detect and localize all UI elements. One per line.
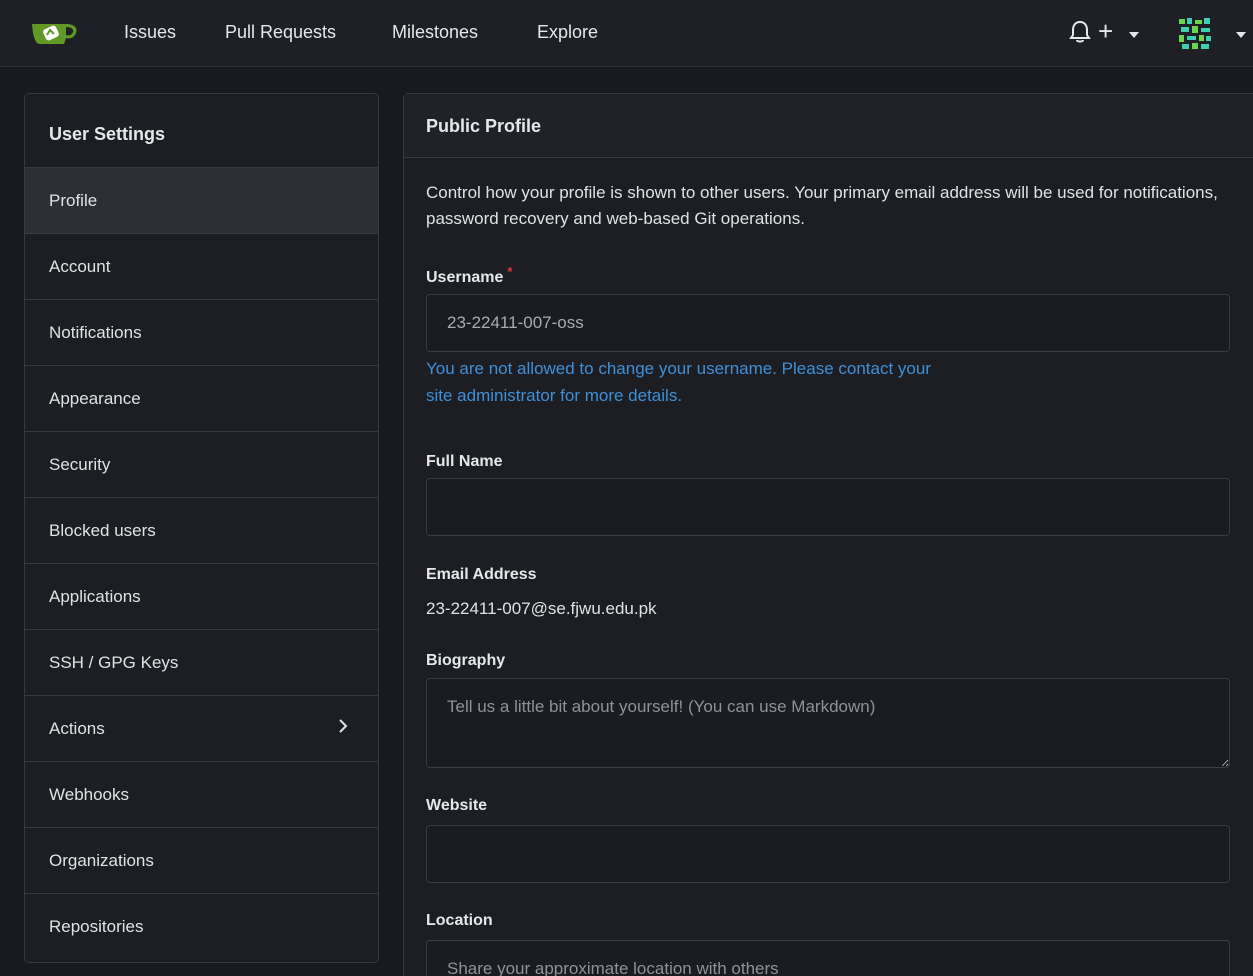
username-label: Username * <box>426 264 512 287</box>
settings-sidebar: User Settings Profile Account Notificati… <box>24 93 379 963</box>
sidebar-item-label: Account <box>49 257 111 276</box>
nav-explore-link[interactable]: Explore <box>537 22 598 43</box>
sidebar-item-label: Repositories <box>49 917 144 936</box>
sidebar-item-label: Security <box>49 455 111 474</box>
sidebar-item-label: Applications <box>49 587 141 606</box>
sidebar-item-label: Profile <box>49 191 98 210</box>
website-label: Website <box>426 797 488 814</box>
gitea-logo-icon[interactable] <box>30 18 80 46</box>
location-label: Location <box>426 912 493 929</box>
nav-issues-link[interactable]: Issues <box>124 22 176 43</box>
full-name-label: Full Name <box>426 453 503 470</box>
username-field[interactable]: 23-22411-007-oss <box>426 294 1230 352</box>
plus-icon[interactable]: + <box>1098 16 1113 47</box>
username-label-text: Username <box>426 269 504 286</box>
nav-milestones-link[interactable]: Milestones <box>392 22 478 43</box>
top-navbar: Issues Pull Requests Milestones Explore … <box>0 0 1253 67</box>
chevron-right-icon <box>339 719 348 733</box>
sidebar-item-webhooks[interactable]: Webhooks <box>25 762 378 828</box>
sidebar-item-applications[interactable]: Applications <box>25 564 378 630</box>
sidebar-item-ssh-gpg-keys[interactable]: SSH / GPG Keys <box>25 630 378 696</box>
full-name-field[interactable] <box>426 478 1230 536</box>
sidebar-item-repositories[interactable]: Repositories <box>25 894 378 960</box>
location-field[interactable] <box>426 940 1230 976</box>
sidebar-item-actions[interactable]: Actions <box>25 696 378 762</box>
sidebar-title: User Settings <box>25 94 378 168</box>
sidebar-item-blocked-users[interactable]: Blocked users <box>25 498 378 564</box>
profile-description: Control how your profile is shown to oth… <box>426 183 1218 228</box>
sidebar-item-profile[interactable]: Profile <box>25 168 378 234</box>
sidebar-item-label: Actions <box>49 719 105 738</box>
nav-pull-requests-link[interactable]: Pull Requests <box>225 22 336 43</box>
sidebar-item-organizations[interactable]: Organizations <box>25 828 378 894</box>
caret-down-icon[interactable] <box>1129 32 1139 38</box>
required-mark: * <box>507 264 513 279</box>
sidebar-item-label: Webhooks <box>49 785 130 804</box>
sidebar-item-label: Notifications <box>49 323 142 342</box>
sidebar-item-appearance[interactable]: Appearance <box>25 366 378 432</box>
sidebar-item-security[interactable]: Security <box>25 432 378 498</box>
bell-icon[interactable] <box>1069 20 1091 44</box>
sidebar-item-label: Organizations <box>49 851 154 870</box>
biography-field[interactable] <box>426 678 1230 768</box>
email-value: 23-22411-007@se.fjwu.edu.pk <box>426 599 657 618</box>
website-field[interactable] <box>426 825 1230 883</box>
email-label: Email Address <box>426 566 537 583</box>
sidebar-item-label: Blocked users <box>49 521 156 540</box>
username-note: You are not allowed to change your usern… <box>426 359 931 405</box>
sidebar-item-notifications[interactable]: Notifications <box>25 300 378 366</box>
sidebar-item-label: SSH / GPG Keys <box>49 653 179 672</box>
public-profile-panel: Public Profile Control how your profile … <box>403 93 1253 976</box>
sidebar-item-account[interactable]: Account <box>25 234 378 300</box>
avatar-icon[interactable] <box>1177 16 1213 52</box>
sidebar-item-label: Appearance <box>49 389 141 408</box>
biography-label: Biography <box>426 652 506 669</box>
caret-down-icon[interactable] <box>1236 32 1246 38</box>
panel-title: Public Profile <box>404 94 1253 158</box>
